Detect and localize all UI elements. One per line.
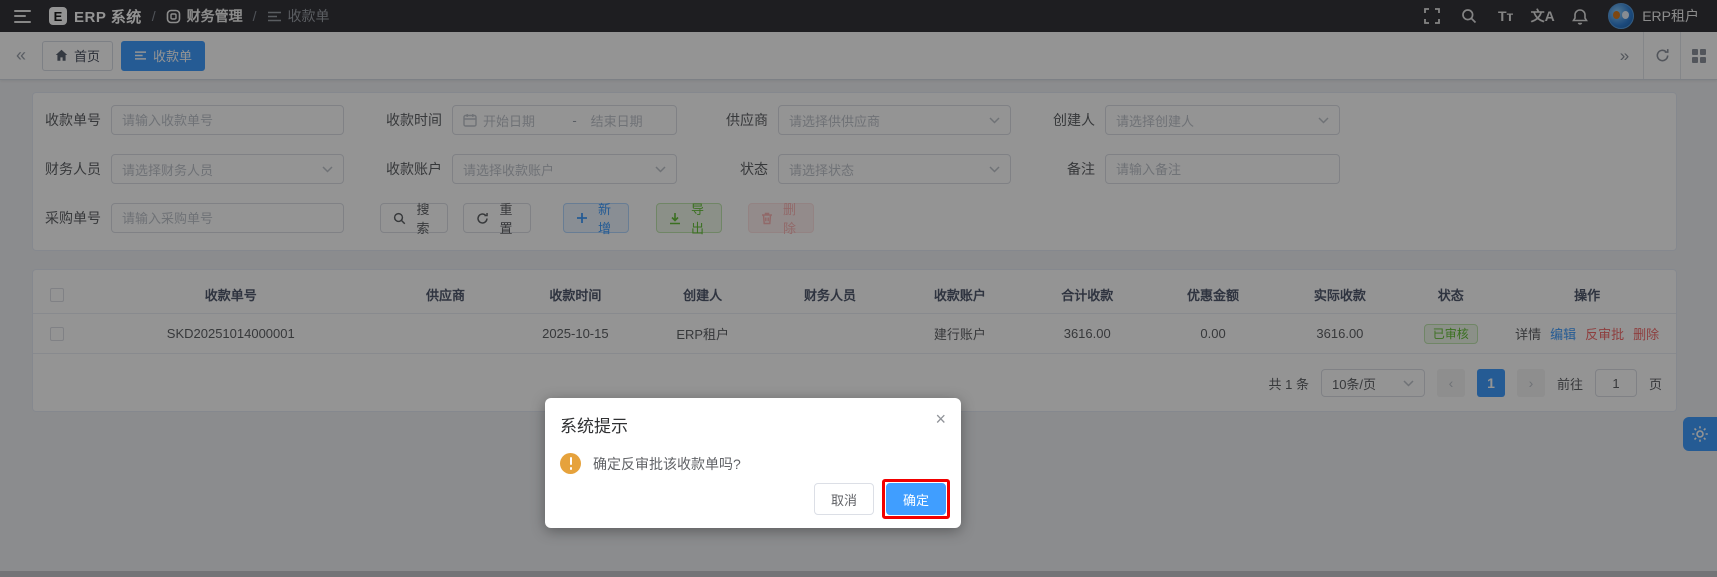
erp-app-window: E ERP 系统 / 财务管理 / 收款单 Tт 文A ERP租户 « 首页 收…: [0, 0, 1717, 577]
dialog-title: 系统提示: [560, 417, 628, 436]
warning-icon: [560, 453, 581, 474]
close-icon[interactable]: ×: [935, 410, 946, 428]
confirm-dialog: 系统提示 × 确定反审批该收款单吗? 取消 确定: [545, 398, 961, 528]
confirm-button[interactable]: 确定: [881, 479, 950, 519]
cancel-button[interactable]: 取消: [813, 483, 874, 515]
dialog-message: 确定反审批该收款单吗?: [593, 455, 741, 472]
